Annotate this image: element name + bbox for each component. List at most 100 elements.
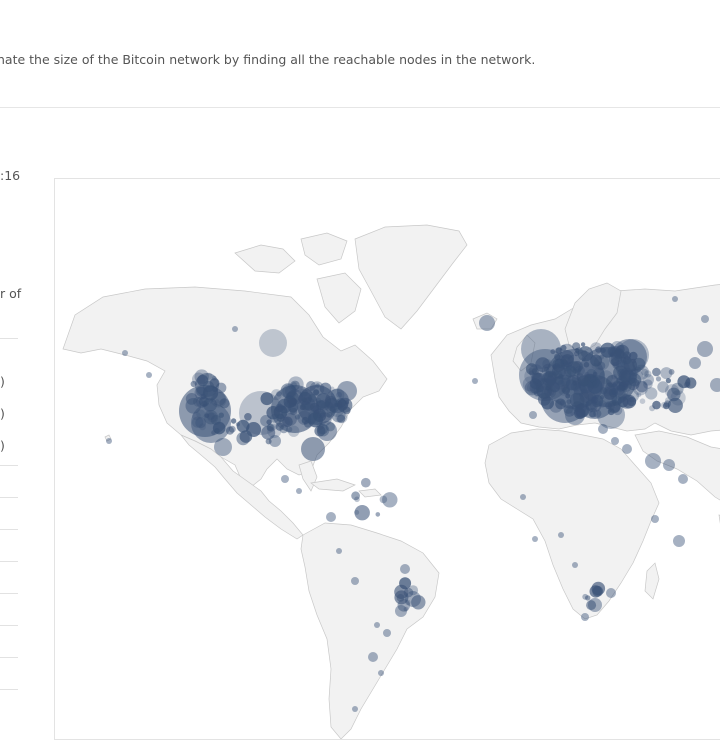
node-marker[interactable] bbox=[612, 399, 618, 405]
node-marker[interactable] bbox=[235, 422, 240, 427]
node-marker[interactable] bbox=[335, 411, 348, 424]
node-marker[interactable] bbox=[550, 349, 556, 355]
node-marker[interactable] bbox=[354, 496, 360, 503]
node-marker[interactable] bbox=[269, 435, 281, 447]
node-marker[interactable] bbox=[611, 373, 617, 380]
node-marker[interactable] bbox=[557, 380, 565, 387]
node-marker[interactable] bbox=[146, 372, 152, 378]
node-marker[interactable] bbox=[185, 393, 198, 405]
node-marker[interactable] bbox=[520, 494, 526, 500]
node-marker[interactable] bbox=[375, 512, 381, 517]
node-marker[interactable] bbox=[382, 492, 398, 508]
node-marker[interactable] bbox=[589, 585, 602, 598]
node-marker[interactable] bbox=[288, 398, 298, 407]
node-marker[interactable] bbox=[230, 418, 237, 424]
node-marker[interactable] bbox=[588, 598, 602, 612]
node-marker[interactable] bbox=[558, 532, 564, 538]
node-marker[interactable] bbox=[296, 488, 302, 494]
node-marker[interactable] bbox=[351, 577, 359, 585]
node-cluster[interactable] bbox=[214, 438, 232, 456]
node-marker[interactable] bbox=[352, 706, 358, 712]
node-marker[interactable] bbox=[275, 403, 284, 413]
node-marker[interactable] bbox=[616, 359, 625, 368]
node-marker[interactable] bbox=[572, 562, 578, 568]
node-marker[interactable] bbox=[266, 423, 274, 432]
node-marker[interactable] bbox=[673, 535, 685, 547]
node-marker[interactable] bbox=[583, 361, 590, 368]
node-marker[interactable] bbox=[660, 367, 673, 380]
node-marker[interactable] bbox=[361, 477, 371, 488]
node-marker[interactable] bbox=[301, 397, 307, 403]
node-marker[interactable] bbox=[479, 315, 495, 331]
node-marker[interactable] bbox=[665, 384, 679, 399]
node-marker[interactable] bbox=[549, 399, 563, 413]
node-marker[interactable] bbox=[593, 371, 598, 377]
node-marker[interactable] bbox=[636, 381, 648, 393]
node-marker[interactable] bbox=[383, 629, 391, 637]
node-marker[interactable] bbox=[622, 444, 632, 454]
node-marker[interactable] bbox=[606, 588, 616, 598]
node-marker[interactable] bbox=[232, 326, 238, 332]
node-marker[interactable] bbox=[611, 437, 619, 445]
node-marker[interactable] bbox=[244, 413, 252, 421]
node-marker[interactable] bbox=[572, 380, 578, 386]
node-marker[interactable] bbox=[531, 367, 539, 375]
node-marker[interactable] bbox=[577, 375, 589, 387]
map-canvas[interactable] bbox=[55, 179, 720, 739]
node-marker[interactable] bbox=[203, 410, 219, 425]
node-marker[interactable] bbox=[660, 401, 668, 409]
node-marker[interactable] bbox=[225, 426, 235, 435]
node-marker[interactable] bbox=[652, 367, 661, 377]
node-marker[interactable] bbox=[337, 399, 347, 410]
node-marker[interactable] bbox=[594, 355, 610, 371]
node-marker[interactable] bbox=[644, 370, 652, 378]
node-marker[interactable] bbox=[319, 382, 332, 395]
node-marker[interactable] bbox=[211, 430, 216, 435]
node-marker[interactable] bbox=[684, 381, 691, 388]
node-marker[interactable] bbox=[570, 411, 575, 416]
node-marker[interactable] bbox=[574, 404, 589, 418]
node-marker[interactable] bbox=[205, 372, 213, 380]
node-marker[interactable] bbox=[701, 315, 709, 323]
node-marker[interactable] bbox=[570, 367, 575, 372]
node-marker[interactable] bbox=[579, 392, 584, 397]
node-marker[interactable] bbox=[559, 343, 575, 359]
node-marker[interactable] bbox=[313, 389, 320, 396]
node-marker[interactable] bbox=[281, 475, 289, 483]
node-marker[interactable] bbox=[326, 512, 336, 522]
node-marker[interactable] bbox=[308, 394, 317, 403]
node-marker[interactable] bbox=[672, 296, 678, 302]
node-marker[interactable] bbox=[288, 425, 300, 437]
node-marker[interactable] bbox=[211, 375, 217, 381]
node-marker[interactable] bbox=[532, 536, 538, 542]
node-marker[interactable] bbox=[581, 613, 589, 621]
node-marker[interactable] bbox=[545, 375, 556, 386]
node-marker[interactable] bbox=[215, 382, 227, 394]
node-marker[interactable] bbox=[610, 381, 626, 396]
node-marker[interactable] bbox=[312, 405, 321, 414]
node-marker[interactable] bbox=[316, 424, 330, 437]
node-marker[interactable] bbox=[678, 474, 688, 484]
node-marker[interactable] bbox=[354, 505, 370, 521]
node-marker[interactable] bbox=[547, 388, 555, 396]
node-marker[interactable] bbox=[284, 413, 297, 426]
node-marker[interactable] bbox=[587, 407, 593, 413]
node-marker[interactable] bbox=[689, 357, 701, 369]
node-marker[interactable] bbox=[631, 358, 637, 364]
node-marker[interactable] bbox=[527, 381, 539, 394]
node-marker[interactable] bbox=[598, 424, 608, 434]
node-cluster[interactable] bbox=[259, 329, 287, 357]
node-marker[interactable] bbox=[301, 416, 309, 425]
node-marker[interactable] bbox=[655, 376, 662, 382]
node-marker[interactable] bbox=[326, 411, 333, 418]
node-marker[interactable] bbox=[378, 670, 384, 676]
node-marker[interactable] bbox=[639, 398, 646, 404]
node-marker[interactable] bbox=[218, 412, 224, 418]
node-marker[interactable] bbox=[368, 652, 378, 662]
node-marker[interactable] bbox=[400, 564, 410, 574]
node-marker[interactable] bbox=[627, 396, 637, 407]
node-marker[interactable] bbox=[663, 459, 675, 471]
node-marker[interactable] bbox=[239, 430, 253, 443]
node-marker[interactable] bbox=[649, 405, 656, 412]
node-marker[interactable] bbox=[580, 342, 586, 347]
